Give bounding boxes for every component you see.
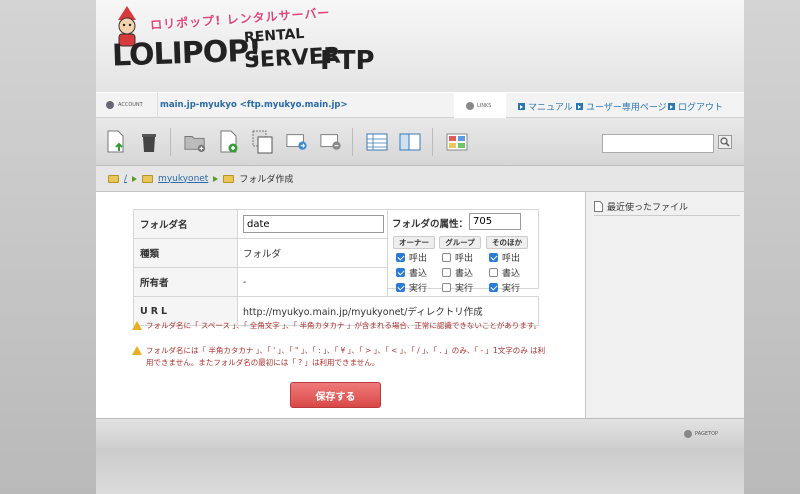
toolbar-separator [170, 128, 171, 156]
warning-icon [132, 346, 142, 355]
name-label: フォルダ名 [133, 209, 238, 239]
perm-label-owner-1: 書込 [409, 269, 428, 279]
column-owner: オーナー [393, 236, 435, 249]
perm-checkbox-group-0[interactable] [442, 253, 451, 262]
link-manual[interactable]: マニュアル [518, 100, 573, 113]
toolbar [96, 118, 744, 166]
perm-checkbox-group-1[interactable] [442, 268, 451, 277]
perm-checkbox-group-2[interactable] [442, 283, 451, 292]
perm-checkbox-other-1[interactable] [489, 268, 498, 277]
breadcrumb: / myukyonet フォルダ作成 [96, 166, 744, 192]
toolbar-separator [352, 128, 353, 156]
footer: PAGETOP [96, 418, 744, 448]
link-user-page-label: ユーザー専用ページ [586, 103, 667, 113]
perm-checkbox-other-0[interactable] [489, 253, 498, 262]
link-logout[interactable]: ログアウト [668, 100, 723, 113]
arrow-box-icon [576, 103, 583, 110]
attr-label: フォルダの属性： [392, 219, 469, 230]
warning-1-text: フォルダ名に「 スペース 」、「 全角文字 」、「 半角カタカナ 」が含まれる場… [146, 321, 542, 330]
new-folder-icon[interactable] [184, 130, 206, 154]
perm-checkbox-owner-1[interactable] [396, 268, 405, 277]
account-bar: ACCOUNT main.jp-myukyo <ftp.myukyo.main.… [96, 92, 744, 119]
folder-name-input[interactable] [243, 215, 384, 233]
link-manual-label: マニュアル [528, 103, 573, 113]
pagetop-link[interactable]: PAGETOP [684, 430, 718, 438]
page-background-right [744, 0, 800, 494]
rename-icon[interactable] [320, 130, 342, 154]
bottom-area [96, 448, 744, 494]
perm-checkbox-owner-0[interactable] [396, 253, 405, 262]
type-value: フォルダ [237, 238, 388, 268]
header: ロリポップ! レンタルサーバー LOLIPOP! RENTAL SERVER F… [96, 0, 744, 92]
link-user-page[interactable]: ユーザー専用ページ [576, 100, 667, 113]
link-logout-label: ログアウト [678, 103, 724, 113]
move-icon[interactable] [286, 130, 308, 154]
perm-label-other-0: 呼出 [502, 254, 521, 264]
account-icon [106, 101, 114, 109]
list-view-icon[interactable] [366, 130, 388, 154]
owner-value: - [237, 267, 388, 297]
account-name: main.jp-myukyo <ftp.myukyo.main.jp> [160, 100, 348, 110]
page-background-left [0, 0, 96, 494]
pagetop-label: PAGETOP [695, 431, 719, 437]
warning-1: フォルダ名に「 スペース 」、「 全角文字 」、「 半角カタカナ 」が含まれる場… [132, 320, 552, 332]
tile-view-icon[interactable] [446, 130, 468, 154]
type-label: 種類 [133, 238, 238, 268]
breadcrumb-folder[interactable]: myukyonet [158, 174, 208, 184]
recent-files-title: 最近使ったファイル [607, 203, 689, 213]
arrow-right-icon [132, 175, 138, 182]
perm-checkbox-other-2[interactable] [489, 283, 498, 292]
perm-label-group-0: 呼出 [455, 254, 474, 264]
copy-icon[interactable] [252, 130, 274, 154]
app-frame: ロリポップ! レンタルサーバー LOLIPOP! RENTAL SERVER F… [96, 0, 744, 494]
upload-file-icon[interactable] [105, 130, 127, 154]
sidebar: 最近使ったファイル [585, 192, 744, 418]
search-input[interactable] [602, 134, 714, 153]
logo-rental: RENTAL [243, 25, 305, 47]
links-label: LINKS [454, 93, 506, 119]
account-label: ACCOUNT [96, 92, 158, 118]
folder-icon [108, 174, 119, 183]
logo-wordmark: LOLIPOP! [111, 33, 262, 74]
logo-ftp: FTP [320, 46, 375, 76]
perm-label-group-2: 実行 [455, 284, 474, 294]
arrow-box-icon [518, 103, 525, 110]
perm-label-other-2: 実行 [502, 284, 521, 294]
toolbar-separator [432, 128, 433, 156]
main-panel: フォルダ名 種類 フォルダ 所有者 - URL http://myukyo.ma… [96, 192, 585, 418]
arrow-box-icon [668, 103, 675, 110]
perm-label-other-1: 書込 [502, 269, 521, 279]
perm-label-owner-0: 呼出 [409, 254, 428, 264]
new-folder-icon [223, 174, 235, 183]
save-button[interactable]: 保存する [290, 382, 381, 408]
column-other: そのほか [486, 236, 528, 249]
attribute-panel: フォルダの属性： オーナー グループ そのほか 呼出書込実行 呼出書込実行 呼出書込… [387, 209, 539, 294]
file-icon [594, 201, 603, 212]
column-group: グループ [439, 236, 481, 249]
perm-label-owner-2: 実行 [409, 284, 428, 294]
warning-2-text: フォルダ名には「 半角カタカナ 」、「 ' 」、「 " 」、「 : 」、「 ¥ … [146, 346, 546, 367]
pagetop-icon [684, 430, 692, 438]
name-cell [237, 209, 388, 239]
breadcrumb-root[interactable]: / [124, 174, 127, 184]
account-label-text: ACCOUNT [118, 102, 143, 108]
links-label-text: LINKS [477, 103, 492, 109]
warning-icon [132, 321, 142, 330]
recent-files-header: 最近使ったファイル [594, 198, 740, 216]
perm-checkbox-owner-2[interactable] [396, 283, 405, 292]
warning-2: フォルダ名には「 半角カタカナ 」、「 ' 」、「 " 」、「 : 」、「 ¥ … [132, 345, 552, 369]
arrow-right-icon [213, 175, 219, 182]
attr-value-input[interactable] [469, 213, 521, 230]
owner-label: 所有者 [133, 267, 238, 297]
breadcrumb-current: フォルダ作成 [239, 175, 294, 185]
trash-icon[interactable] [138, 130, 160, 154]
links-icon [466, 102, 474, 110]
lolipop-logo[interactable]: ロリポップ! レンタルサーバー LOLIPOP! RENTAL SERVER F… [110, 6, 380, 86]
perm-label-group-1: 書込 [455, 269, 474, 279]
folder-icon [142, 174, 154, 183]
new-file-icon[interactable] [218, 130, 240, 154]
search-icon[interactable] [718, 135, 732, 149]
split-view-icon[interactable] [399, 130, 421, 154]
